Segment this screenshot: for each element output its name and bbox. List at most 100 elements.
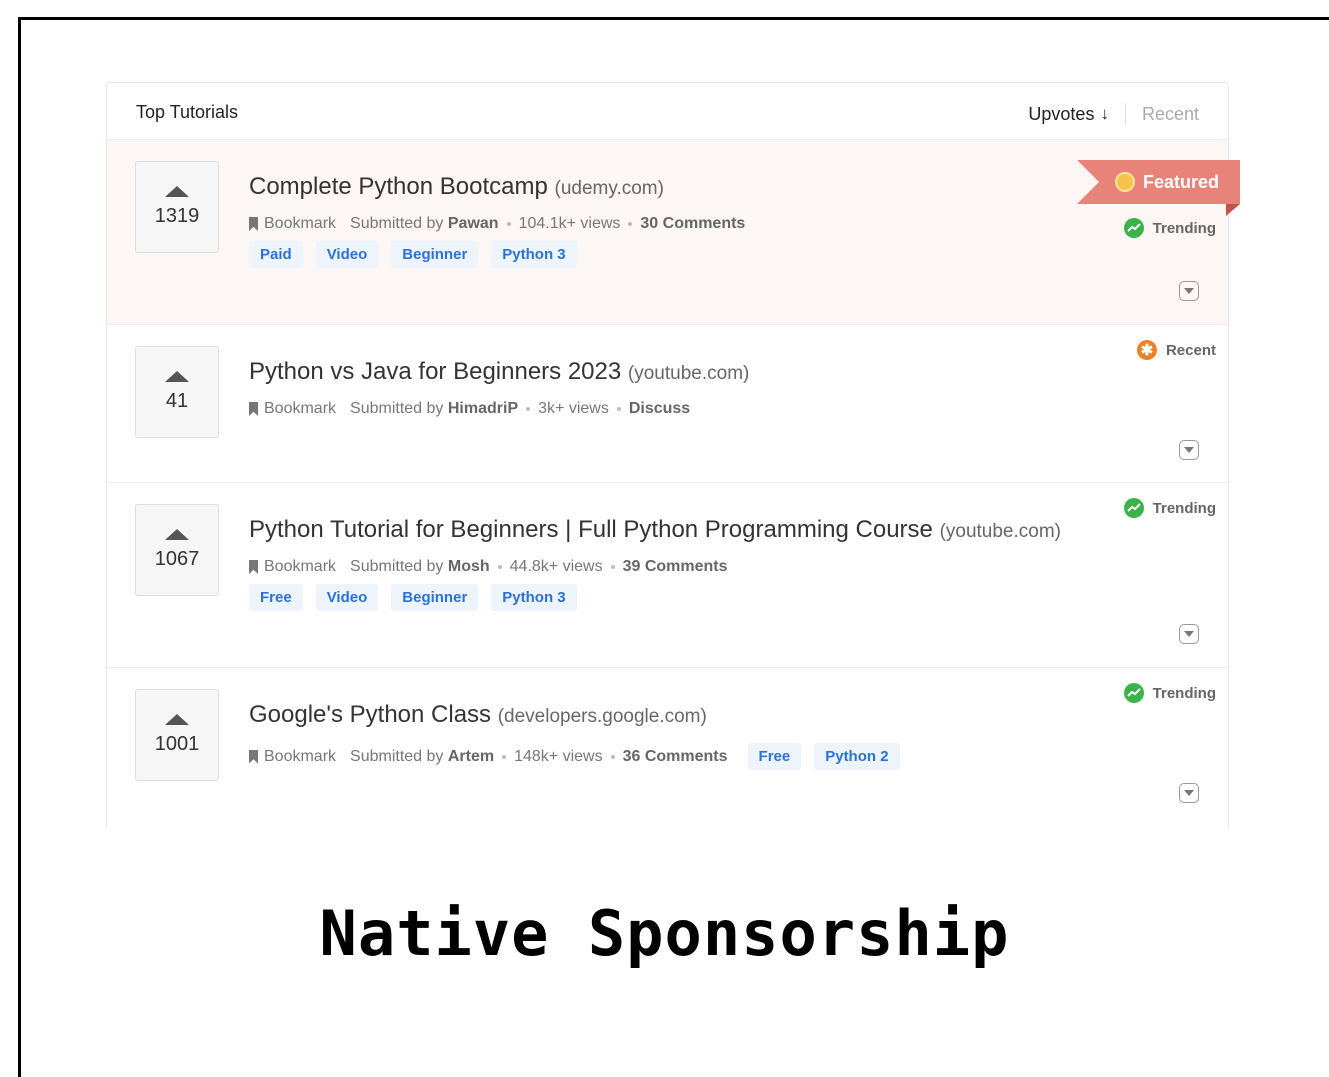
submitted-by-label: Submitted by <box>350 400 444 417</box>
chevron-down-icon <box>1184 631 1194 637</box>
vote-count: 1319 <box>154 205 200 227</box>
tag[interactable]: Beginner <box>391 241 479 268</box>
upvote-arrow-icon <box>165 529 189 540</box>
trending-icon <box>1123 683 1144 703</box>
panel-header: Top Tutorials Upvotes ↓ Recent <box>107 83 1228 140</box>
tag[interactable]: Python 3 <box>491 241 577 268</box>
tutorial-item: 1001 Google's Python Class (developers.g… <box>107 668 1228 828</box>
tag[interactable]: Video <box>315 584 379 611</box>
trending-icon <box>1123 498 1144 518</box>
bookmark-icon[interactable] <box>249 560 258 574</box>
bookmark-icon[interactable] <box>249 217 258 231</box>
trending-badge: Trending <box>1123 498 1216 518</box>
status-label: Trending <box>1152 684 1216 702</box>
tutorial-title-link[interactable]: Google's Python Class <box>249 701 491 728</box>
tag-list: Paid Video Beginner Python 3 <box>249 241 745 268</box>
expand-toggle[interactable] <box>1179 440 1199 460</box>
tutorial-title-link[interactable]: Python vs Java for Beginners 2023 <box>249 358 621 385</box>
meta-separator <box>497 565 502 569</box>
status-label: Trending <box>1152 499 1216 517</box>
meta-separator <box>628 222 633 226</box>
upvote-arrow-icon <box>165 714 189 725</box>
tutorial-item: 1067 Python Tutorial for Beginners | Ful… <box>107 483 1228 668</box>
trending-icon <box>1123 218 1144 238</box>
author-link[interactable]: Pawan <box>448 215 499 233</box>
sort-controls: Upvotes ↓ Recent <box>1028 103 1199 125</box>
vote-count: 1067 <box>154 548 200 570</box>
bookmark-icon[interactable] <box>249 402 258 416</box>
tutorial-content: Python vs Java for Beginners 2023 (youtu… <box>249 358 749 418</box>
discuss-link[interactable]: Discuss <box>629 400 690 418</box>
sort-recent-button[interactable]: Recent <box>1142 104 1199 125</box>
tutorial-content: Python Tutorial for Beginners | Full Pyt… <box>249 516 1061 611</box>
view-count: 44.8k+ views <box>509 558 603 575</box>
expand-toggle[interactable] <box>1179 783 1199 803</box>
tag[interactable]: Beginner <box>391 584 479 611</box>
tutorial-title-link[interactable]: Complete Python Bootcamp <box>249 173 548 200</box>
meta-separator <box>506 222 511 226</box>
tutorial-content: Complete Python Bootcamp (udemy.com) Boo… <box>249 173 745 268</box>
tag-list: Free Video Beginner Python 3 <box>249 584 1061 611</box>
tag[interactable]: Free <box>747 743 802 770</box>
trending-badge: Trending <box>1123 218 1216 238</box>
upvote-arrow-icon <box>165 186 189 197</box>
bookmark-link[interactable]: Bookmark <box>264 748 336 766</box>
bookmark-link[interactable]: Bookmark <box>264 215 336 233</box>
tutorial-domain: (developers.google.com) <box>497 706 707 727</box>
tag[interactable]: Video <box>315 241 379 268</box>
medal-icon <box>1114 172 1135 192</box>
upvote-button[interactable]: 1067 <box>135 504 219 596</box>
featured-label: Featured <box>1142 171 1219 192</box>
tutorial-meta: Bookmark Submitted by Pawan 104.1k+ view… <box>249 215 745 233</box>
trending-badge: Trending <box>1123 683 1216 703</box>
headline: Native Sponsorship <box>319 897 1010 970</box>
vote-count: 41 <box>165 390 189 412</box>
meta-separator <box>610 754 615 759</box>
view-count: 3k+ views <box>538 400 609 417</box>
expand-toggle[interactable] <box>1179 624 1199 644</box>
sort-divider <box>1124 103 1126 125</box>
tag-list: Free Python 2 <box>747 743 900 770</box>
tag[interactable]: Python 3 <box>491 584 577 611</box>
sort-upvotes-label: Upvotes <box>1028 103 1095 124</box>
tutorial-meta: Bookmark Submitted by Artem 148k+ views … <box>249 743 900 770</box>
meta-separator <box>610 565 615 569</box>
submitted-by-label: Submitted by <box>350 558 444 575</box>
arrow-down-icon: ↓ <box>1100 104 1109 123</box>
upvote-button[interactable]: 1319 <box>135 161 219 253</box>
panel-title: Top Tutorials <box>136 102 239 122</box>
upvote-button[interactable]: 1001 <box>135 689 219 781</box>
bookmark-link[interactable]: Bookmark <box>264 400 336 418</box>
author-link[interactable]: Artem <box>448 748 494 766</box>
author-link[interactable]: HimadriP <box>448 400 518 418</box>
tutorial-title-link[interactable]: Python Tutorial for Beginners | Full Pyt… <box>249 516 933 543</box>
tag[interactable]: Python 2 <box>814 743 900 770</box>
tag[interactable]: Paid <box>249 241 303 268</box>
sort-upvotes-button[interactable]: Upvotes ↓ <box>1028 104 1109 125</box>
chevron-down-icon <box>1184 447 1194 453</box>
view-count: 148k+ views <box>514 747 603 765</box>
featured-ribbon: Featured <box>1077 160 1240 204</box>
tutorial-meta: Bookmark Submitted by HimadriP 3k+ views… <box>249 400 749 418</box>
expand-toggle[interactable] <box>1179 281 1199 301</box>
comments-link[interactable]: 39 Comments <box>623 558 728 576</box>
tutorial-meta: Bookmark Submitted by Mosh 44.8k+ views … <box>249 558 1061 576</box>
status-label: Trending <box>1152 219 1216 237</box>
meta-separator <box>526 407 531 411</box>
upvote-arrow-icon <box>165 371 189 382</box>
recent-badge: ✱ Recent <box>1136 340 1216 360</box>
bookmark-icon[interactable] <box>249 749 258 764</box>
upvote-button[interactable]: 41 <box>135 346 219 438</box>
submitted-by-label: Submitted by <box>350 215 444 232</box>
tutorial-domain: (youtube.com) <box>939 521 1062 542</box>
tag[interactable]: Free <box>249 584 303 611</box>
comments-link[interactable]: 30 Comments <box>640 215 745 233</box>
author-link[interactable]: Mosh <box>448 558 490 576</box>
tutorial-item: 1319 Complete Python Bootcamp (udemy.com… <box>107 140 1228 325</box>
tutorial-item: 41 Python vs Java for Beginners 2023 (yo… <box>107 325 1228 483</box>
submitted-by-label: Submitted by <box>350 747 444 765</box>
tutorial-domain: (udemy.com) <box>554 178 664 199</box>
meta-separator <box>502 754 507 759</box>
comments-link[interactable]: 36 Comments <box>623 748 728 766</box>
bookmark-link[interactable]: Bookmark <box>264 558 336 576</box>
